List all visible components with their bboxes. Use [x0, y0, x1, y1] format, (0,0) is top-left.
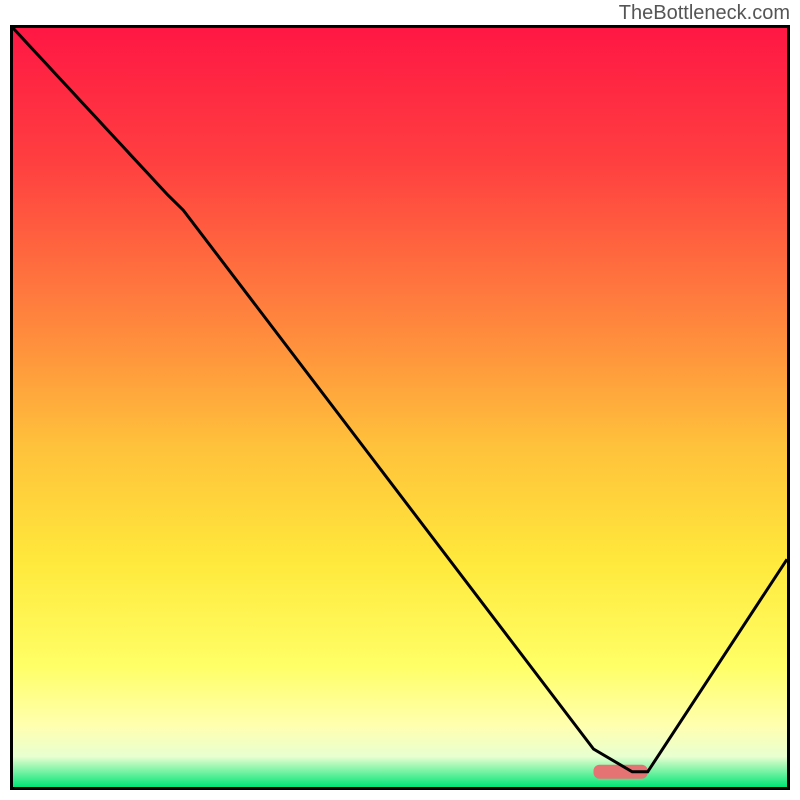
chart-frame: [10, 25, 790, 790]
chart-container: TheBottleneck.com: [0, 0, 800, 800]
watermark-text: TheBottleneck.com: [619, 2, 790, 25]
gradient-background: [13, 28, 787, 787]
bottleneck-chart: [13, 28, 787, 787]
